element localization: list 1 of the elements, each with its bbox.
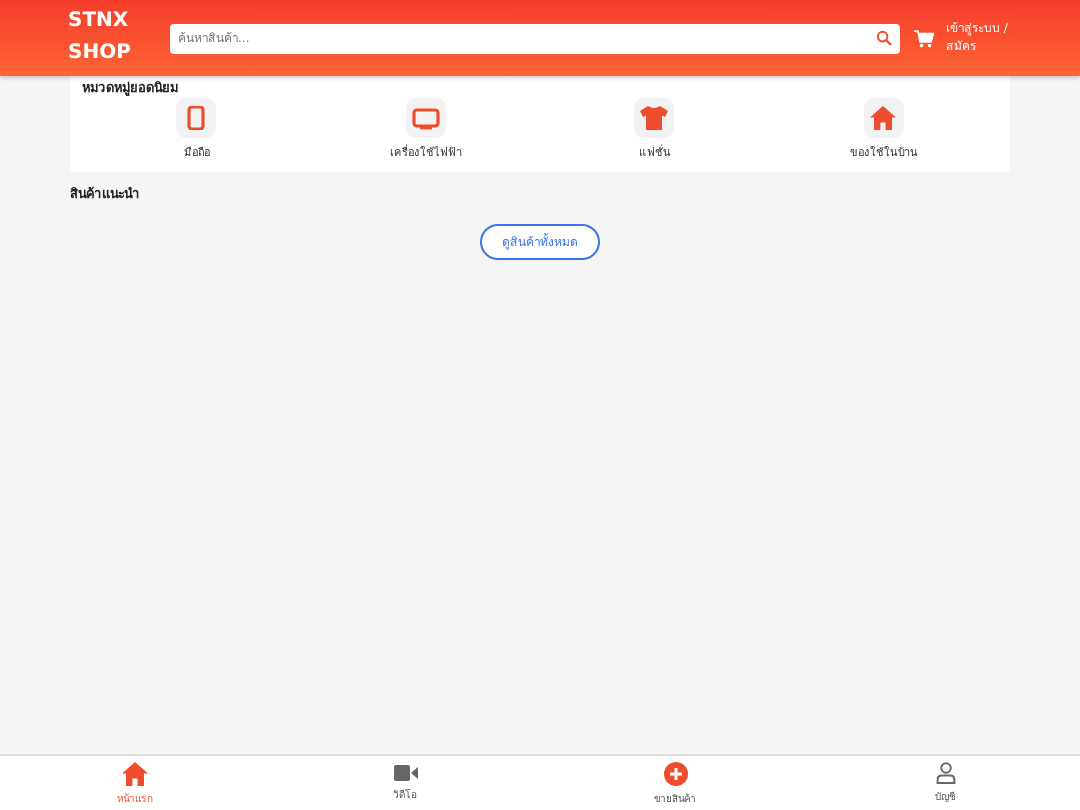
shop-logo[interactable]: STNX SHOP (68, 6, 148, 70)
